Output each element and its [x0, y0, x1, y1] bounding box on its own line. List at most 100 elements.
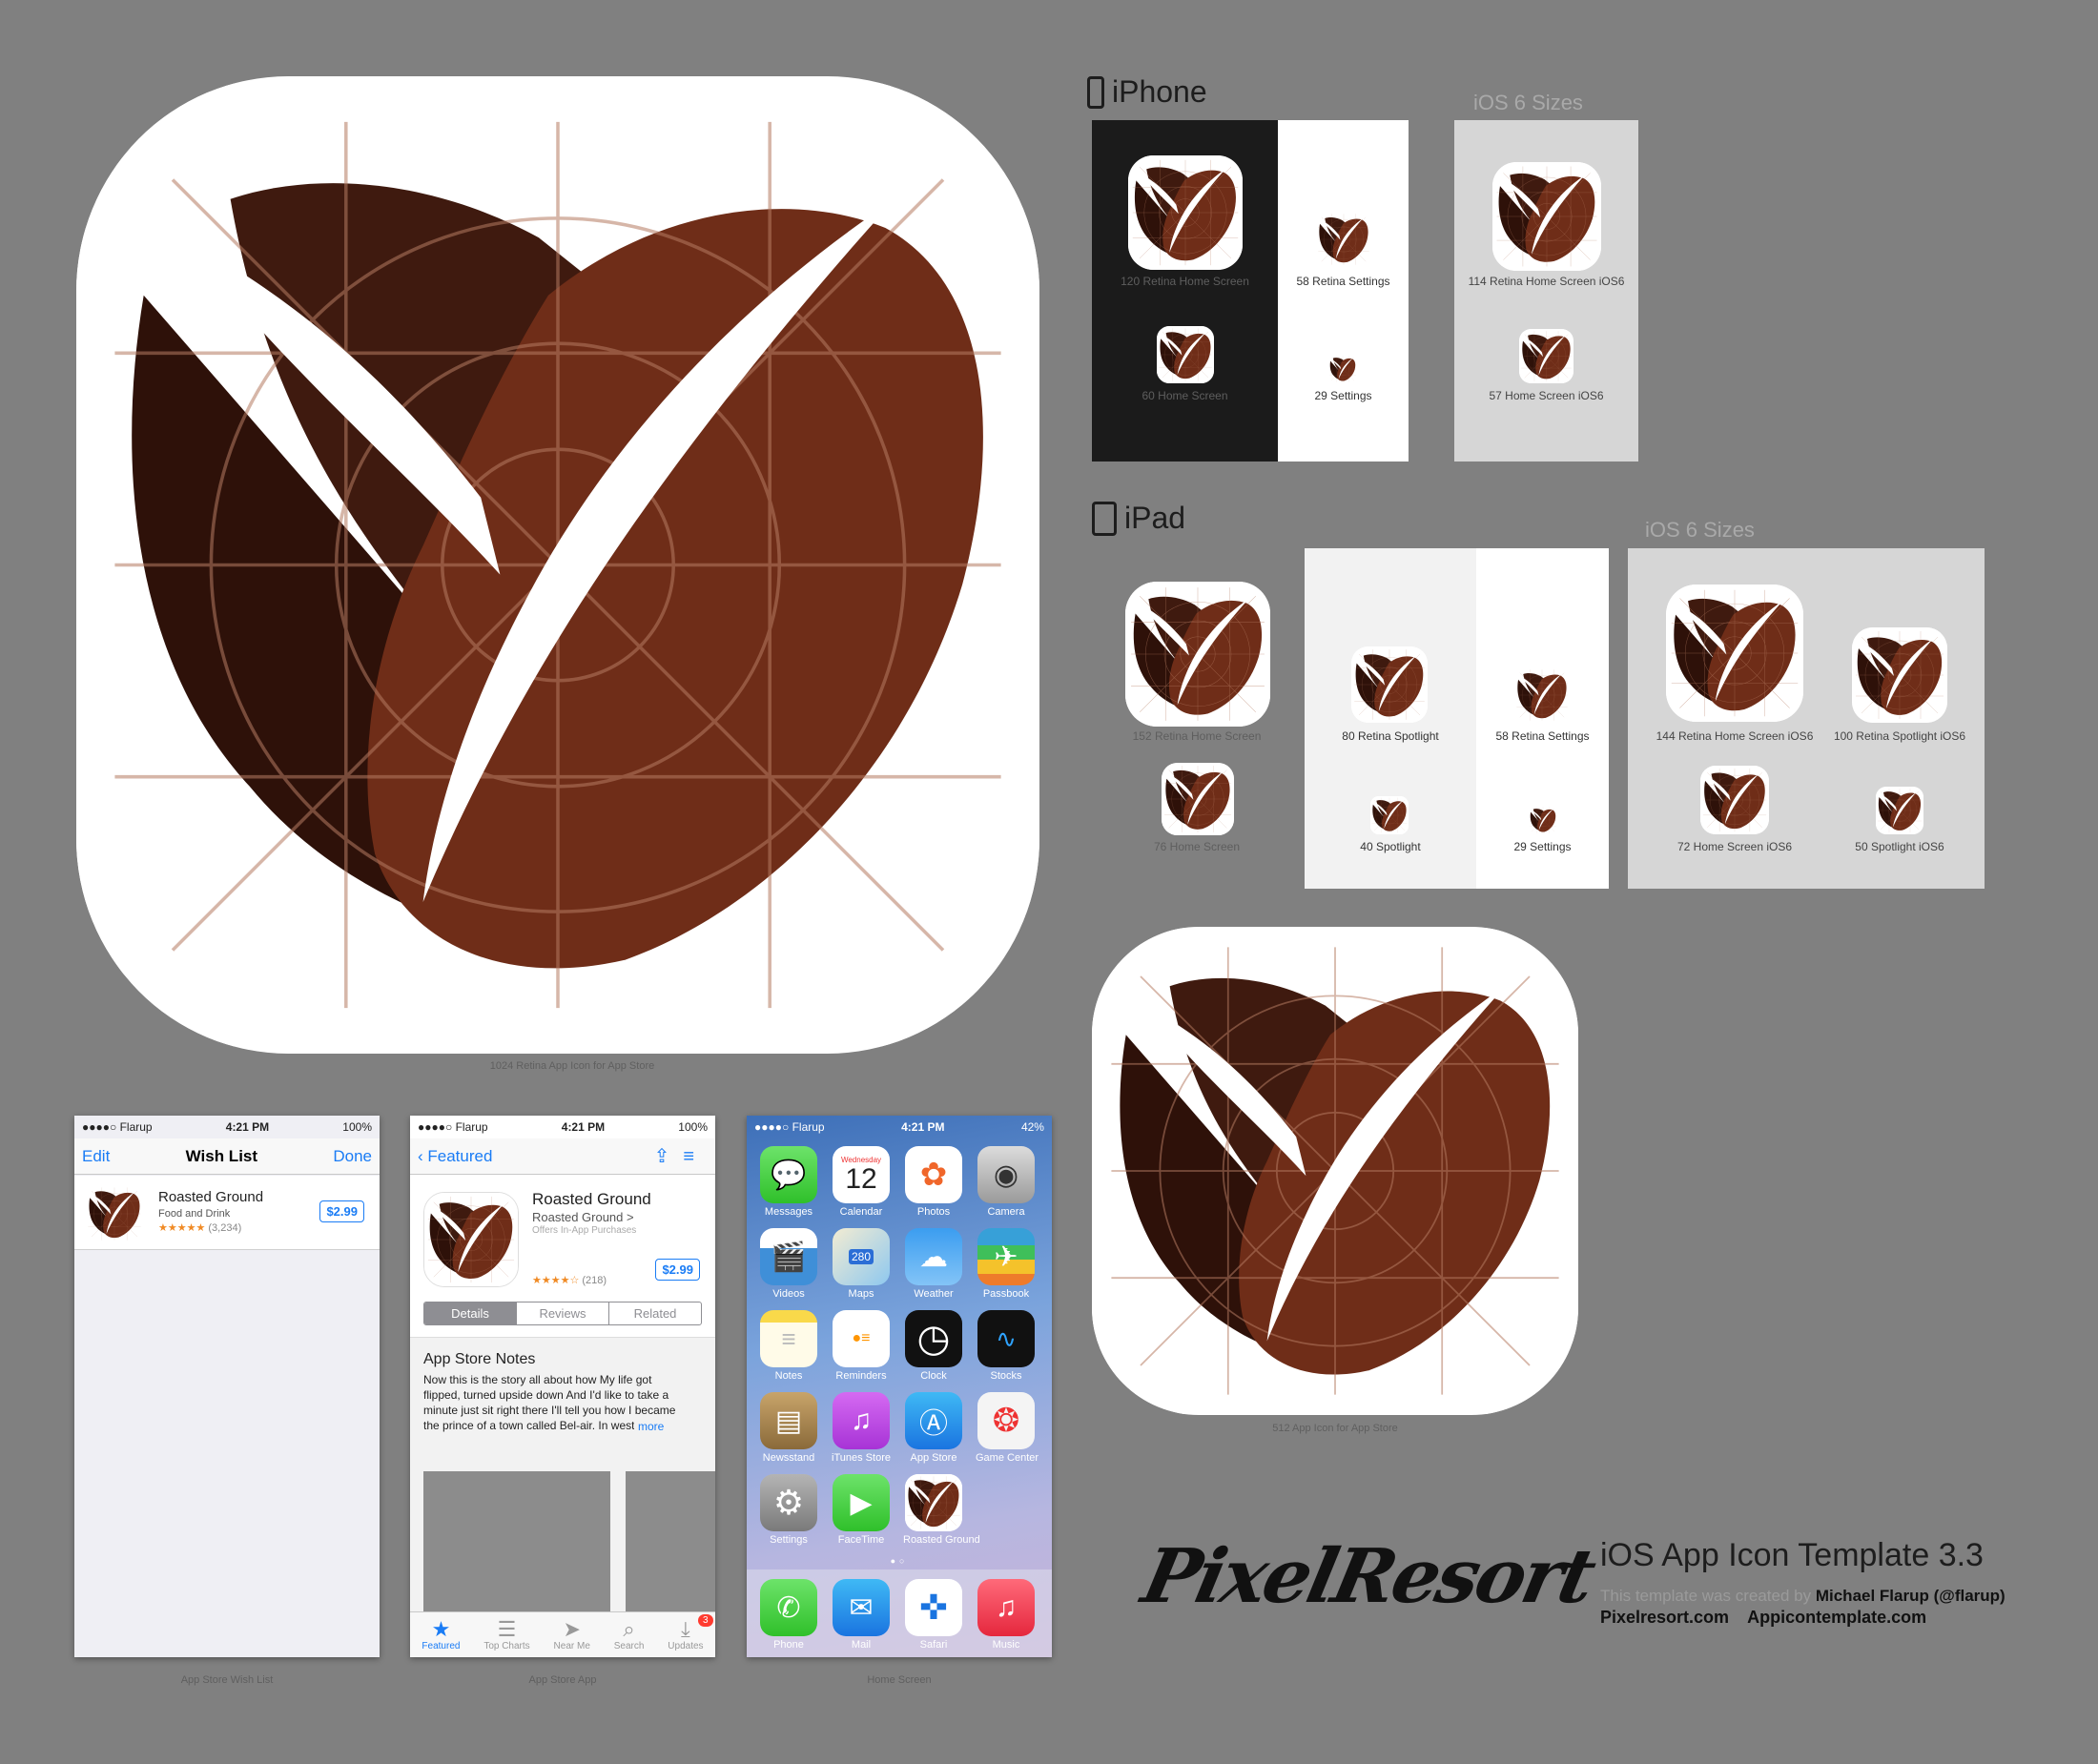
gear-icon: ⚙ — [760, 1474, 817, 1531]
share-icon[interactable]: ⇪ — [654, 1146, 684, 1167]
camera-icon: ◉ — [977, 1146, 1035, 1203]
location-icon: ➤ — [563, 1617, 581, 1641]
nav-bar: Edit Wish List Done — [74, 1138, 380, 1175]
carrier: ●●●●○ Flarup — [82, 1120, 153, 1134]
iphone-section-title: iPhone — [1087, 74, 1207, 110]
dock-mail[interactable]: ✉ Mail — [831, 1579, 892, 1651]
mail-icon: ✉ — [833, 1579, 890, 1636]
icon-114 — [1492, 162, 1601, 271]
tab-featured-label: Featured — [422, 1641, 461, 1651]
dock-phone[interactable]: ✆ Phone — [758, 1579, 819, 1651]
app-label: Weather — [914, 1288, 954, 1300]
detail-developer[interactable]: Roasted Ground > — [532, 1210, 634, 1224]
tab-top-charts[interactable]: ☰ Top Charts — [483, 1617, 529, 1652]
app-icon-512 — [1092, 927, 1578, 1415]
notes-section: App Store Notes Now this is the story al… — [410, 1337, 715, 1614]
app-gamecenter[interactable]: ❂ Game Center — [976, 1392, 1039, 1464]
label-120: 120 Retina Home Screen — [1121, 275, 1249, 288]
list-icon[interactable]: ≡ — [683, 1146, 708, 1167]
rating-count: (218) — [582, 1275, 607, 1286]
row-app-name: Roasted Ground — [158, 1189, 264, 1205]
app-notes[interactable]: ≡ Notes — [758, 1310, 819, 1382]
label-58: 58 Retina Settings — [1296, 275, 1390, 288]
app-photos[interactable]: ✿ Photos — [903, 1146, 964, 1218]
nav-title: Wish List — [185, 1146, 258, 1165]
app-weather[interactable]: ☁ Weather — [903, 1228, 964, 1300]
passbook-icon: ✈ — [977, 1228, 1035, 1285]
site-appicontemplate[interactable]: Appicontemplate.com — [1747, 1608, 1926, 1627]
dock: ✆ Phone ✉ Mail ✜ Safari ♫ Music — [747, 1569, 1052, 1657]
app-newsstand[interactable]: ▤ Newsstand — [758, 1392, 819, 1464]
app-label: iTunes Store — [832, 1452, 891, 1464]
label-29: 29 Settings — [1314, 389, 1372, 402]
app-label: Roasted Ground — [903, 1534, 980, 1546]
app-roasted-ground[interactable]: Roasted Ground — [903, 1474, 980, 1546]
dock-safari[interactable]: ✜ Safari — [903, 1579, 964, 1651]
videos-icon: 🎬 — [760, 1228, 817, 1285]
app-stocks[interactable]: ∿ Stocks — [976, 1310, 1037, 1382]
app-reminders[interactable]: ●≡ Reminders — [831, 1310, 892, 1382]
label-76: 76 Home Screen — [1153, 840, 1241, 853]
tab-near-me[interactable]: ➤ Near Me — [553, 1617, 590, 1652]
app-messages[interactable]: 💬 Messages — [758, 1146, 819, 1218]
app-label: Photos — [916, 1206, 951, 1218]
clock-icon: ◷ — [905, 1310, 962, 1367]
app-label: Camera — [987, 1206, 1025, 1218]
credit-prefix: This template was created by — [1600, 1587, 1812, 1605]
tab-near-me-label: Near Me — [553, 1641, 590, 1651]
maps-icon: 280 — [833, 1228, 890, 1285]
label-50: 50 Spotlight iOS6 — [1855, 840, 1944, 853]
app-maps[interactable]: 280 Maps — [831, 1228, 892, 1300]
app-icon-1024 — [76, 76, 1039, 1054]
price-button[interactable]: $2.99 — [319, 1200, 364, 1222]
template-title: iOS App Icon Template 3.3 — [1600, 1537, 1984, 1573]
list-icon: ☰ — [497, 1617, 517, 1641]
row-category: Food and Drink — [158, 1208, 231, 1220]
dock-music[interactable]: ♫ Music — [976, 1579, 1037, 1651]
app-videos[interactable]: 🎬 Videos — [758, 1228, 819, 1300]
back-button[interactable]: ‹ Featured — [418, 1147, 492, 1166]
ipad-device-icon — [1092, 501, 1117, 536]
label-80: 80 Retina Spotlight — [1342, 729, 1439, 743]
site-pixelresort[interactable]: Pixelresort.com — [1600, 1608, 1729, 1627]
pixelresort-logo: PixelResort — [1135, 1533, 1601, 1620]
label-60: 60 Home Screen — [1142, 389, 1228, 402]
app-calendar[interactable]: Wednesday 12 Calendar — [831, 1146, 892, 1218]
notes-icon: ≡ — [760, 1310, 817, 1367]
detail-iap: Offers In-App Purchases — [532, 1225, 637, 1236]
newsstand-icon: ▤ — [760, 1392, 817, 1449]
tab-featured[interactable]: ★ Featured — [422, 1618, 461, 1652]
iphone-ios6-title: iOS 6 Sizes — [1473, 91, 1583, 114]
ipad-ios6-title: iOS 6 Sizes — [1645, 518, 1755, 542]
tab-updates[interactable]: ⤓ Updates 3 — [668, 1614, 713, 1651]
rating-count: (3,234) — [208, 1222, 242, 1234]
app-facetime[interactable]: ▶ FaceTime — [831, 1474, 892, 1546]
app-label: Game Center — [976, 1452, 1039, 1464]
app-camera[interactable]: ◉ Camera — [976, 1146, 1037, 1218]
segment-reviews[interactable]: Reviews — [517, 1302, 609, 1324]
row-rating: ★★★★★ (3,234) — [158, 1221, 241, 1234]
app-settings[interactable]: ⚙ Settings — [758, 1474, 819, 1546]
segment-details[interactable]: Details — [424, 1302, 517, 1324]
back-label: Featured — [427, 1146, 493, 1165]
icon-72 — [1700, 766, 1769, 834]
done-button[interactable]: Done — [333, 1147, 372, 1166]
battery-level: 42% — [1020, 1120, 1044, 1134]
segment-related[interactable]: Related — [609, 1302, 701, 1324]
app-passbook[interactable]: ✈ Passbook — [976, 1228, 1037, 1300]
app-label: Reminders — [835, 1370, 887, 1382]
tab-search[interactable]: ⌕ Search — [614, 1618, 645, 1652]
app-clock[interactable]: ◷ Clock — [903, 1310, 964, 1382]
app-appstore[interactable]: Ⓐ App Store — [903, 1392, 964, 1464]
app-itunes[interactable]: ♫ iTunes Store — [831, 1392, 892, 1464]
edit-button[interactable]: Edit — [82, 1147, 110, 1166]
wishlist-row[interactable]: Roasted Ground Food and Drink ★★★★★ (3,2… — [74, 1176, 380, 1250]
icon-58-ipad — [1514, 667, 1570, 723]
calendar-icon: Wednesday 12 — [833, 1146, 890, 1203]
screenshot-placeholder-2 — [626, 1471, 715, 1614]
icon-50 — [1876, 787, 1923, 834]
ipad-section-title: iPad — [1092, 501, 1185, 536]
icon-58 — [1316, 212, 1371, 267]
more-link[interactable]: more — [634, 1420, 665, 1433]
price-button[interactable]: $2.99 — [655, 1259, 700, 1281]
